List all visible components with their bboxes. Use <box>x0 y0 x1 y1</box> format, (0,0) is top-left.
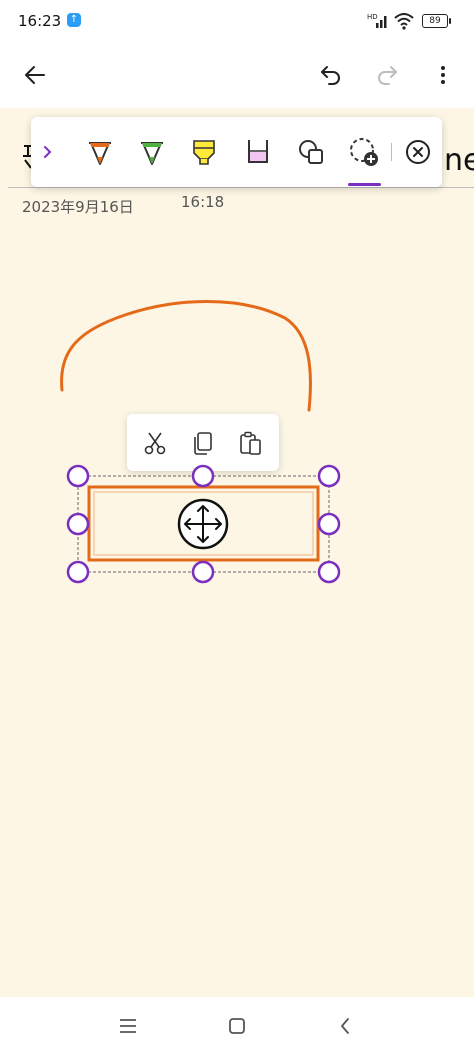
resize-handle-bottom-left <box>66 560 90 584</box>
home-square-icon <box>229 1018 245 1034</box>
chevron-left-icon <box>340 1018 349 1034</box>
menu-lines-icon <box>120 1019 136 1033</box>
selection-overlay <box>66 464 341 584</box>
resize-handle-left <box>66 512 90 536</box>
resize-handle-bottom <box>191 560 215 584</box>
home-button[interactable] <box>222 1011 252 1041</box>
system-navigation-bar <box>0 997 474 1053</box>
resize-handle-top-left <box>66 464 90 488</box>
resize-handle-bottom-right <box>317 560 341 584</box>
resize-handle-right <box>317 512 341 536</box>
resize-handle-top-right <box>317 464 341 488</box>
recent-apps-button[interactable] <box>113 1011 143 1041</box>
move-icon[interactable] <box>177 498 229 550</box>
resize-handle-top <box>191 464 215 488</box>
system-back-button[interactable] <box>330 1011 360 1041</box>
